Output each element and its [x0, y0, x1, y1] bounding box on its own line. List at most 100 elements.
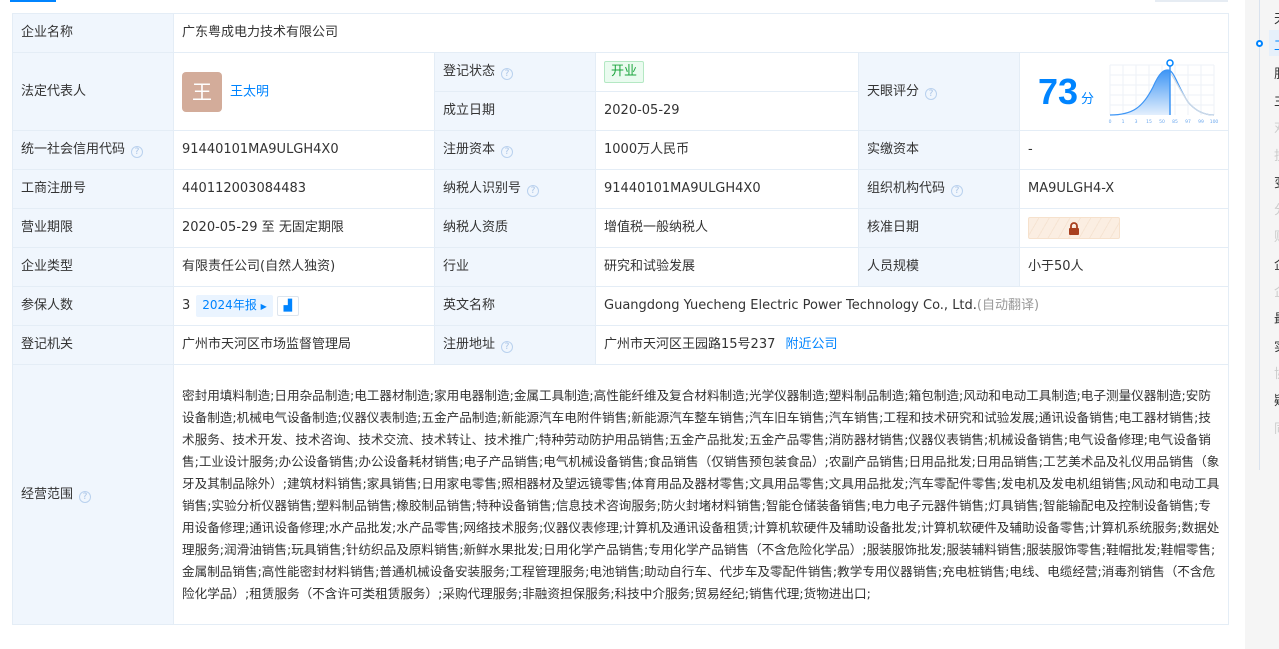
insured-value: 3: [182, 298, 191, 313]
org-code-label: 组织机构代码: [867, 181, 946, 196]
score-cell[interactable]: 73 分 0 1 3 15 50 85 97 99 100: [1018, 52, 1230, 131]
score-axis-tick: 97: [1185, 119, 1191, 125]
term-label: 营业期限: [12, 208, 174, 248]
reg-capital-label-cell: 注册资本?: [434, 130, 596, 170]
reg-status-cell: 开业: [595, 52, 859, 92]
scope-value: 密封用填料制造;日用杂品制造;电工器材制造;家用电器制造;金属工具制造;高性能纤…: [172, 364, 1230, 625]
taxpayer-qual-value: 增值税一般纳税人: [595, 208, 859, 248]
score-marker-icon: [1166, 58, 1174, 67]
org-code-value: MA9ULGH4-X: [1018, 169, 1230, 209]
staff-size-label: 人员规模: [858, 247, 1020, 287]
score-value: 73: [1038, 70, 1079, 112]
locked-value-button[interactable]: [1028, 217, 1120, 239]
score-area: [1110, 69, 1172, 115]
score-distribution-chart: 0 1 3 15 50 85 97 99 100: [1109, 58, 1219, 125]
auto-translate-note: (自动翻译): [976, 298, 1040, 313]
side-nav-item[interactable]: 协: [1274, 363, 1279, 382]
reg-capital-value: 1000万人民币: [595, 130, 859, 170]
side-nav-item[interactable]: 对: [1274, 117, 1279, 136]
nearby-companies-link[interactable]: 附近公司: [786, 337, 838, 352]
help-icon[interactable]: ?: [79, 490, 92, 503]
side-nav-item[interactable]: 工: [1274, 35, 1279, 54]
industry-value: 研究和试验发展: [595, 247, 859, 287]
taxpayer-id-label-cell: 纳税人识别号?: [434, 169, 596, 209]
found-date-label: 成立日期: [434, 91, 596, 131]
help-icon[interactable]: ?: [131, 146, 144, 158]
side-nav-item[interactable]: 投: [1274, 145, 1279, 164]
score-label: 天眼评分: [867, 83, 920, 99]
reg-address-cell: 广州市天河区王园路15号237 附近公司: [594, 325, 1230, 365]
insured-label: 参保人数: [12, 286, 174, 326]
staff-size-value: 小于50人: [1018, 247, 1230, 287]
help-icon[interactable]: ?: [951, 185, 964, 197]
taxpayer-qual-label: 纳税人资质: [434, 208, 596, 248]
org-code-label-cell: 组织机构代码?: [858, 169, 1020, 209]
top-button[interactable]: [1155, 0, 1228, 2]
side-nav-item[interactable]: 疑: [1274, 390, 1279, 409]
credit-code-value: 91440101MA9ULGH4X0: [173, 130, 435, 170]
avatar[interactable]: 王: [182, 71, 222, 112]
reg-authority-label: 登记机关: [12, 325, 174, 365]
side-nav-item[interactable]: 分: [1274, 199, 1279, 218]
side-nav-item[interactable]: 财: [1274, 226, 1279, 245]
approve-date-cell: [1018, 208, 1230, 248]
reg-status-label-cell: 登记状态?: [434, 52, 596, 92]
side-nav-item[interactable]: 同: [1274, 418, 1279, 437]
term-value: 2020-05-29 至 无固定期限: [173, 208, 435, 248]
score-axis-tick: 99: [1198, 119, 1204, 125]
score-axis-tick: 1: [1122, 119, 1125, 125]
status-badge: 开业: [604, 61, 645, 83]
industry-label: 行业: [434, 247, 596, 287]
active-tab-indicator: [10, 0, 56, 2]
side-nav-item[interactable]: 企: [1274, 281, 1279, 300]
biz-reg-no-value: 440112003084483: [173, 169, 435, 209]
help-icon[interactable]: ?: [527, 185, 540, 197]
english-name-label: 英文名称: [434, 286, 596, 326]
scope-label-cell: 经营范围?: [12, 364, 174, 625]
caret-right-icon: ▶: [260, 302, 267, 311]
score-axis-tick: 0: [1109, 119, 1112, 125]
help-icon[interactable]: ?: [501, 341, 514, 353]
company-name-value: 广东粤成电力技术有限公司: [172, 13, 1230, 53]
side-nav-item[interactable]: 股: [1274, 63, 1279, 82]
found-date-value: 2020-05-29: [595, 91, 859, 131]
credit-code-label: 统一社会信用代码: [21, 142, 126, 157]
side-nav-track: [1259, 0, 1260, 470]
legal-rep-link[interactable]: 王太明: [230, 84, 269, 99]
reg-address-label: 注册地址: [443, 337, 496, 352]
paid-capital-value: -: [1018, 130, 1230, 170]
side-nav-item[interactable]: 实: [1274, 336, 1279, 355]
company-name-label: 企业名称: [12, 13, 174, 53]
score-axis-tick: 85: [1172, 119, 1178, 125]
reg-status-label: 登记状态: [443, 64, 496, 79]
scope-label: 经营范围: [21, 486, 74, 502]
reg-authority-value: 广州市天河区市场监督管理局: [173, 325, 435, 365]
reg-address-label-cell: 注册地址?: [434, 325, 596, 365]
help-icon[interactable]: ?: [925, 87, 938, 100]
side-nav-item[interactable]: 主: [1274, 90, 1279, 109]
legal-rep-label: 法定代表人: [12, 52, 174, 131]
side-nav-item[interactable]: 企: [1274, 254, 1279, 273]
taxpayer-id-label: 纳税人识别号: [443, 181, 522, 196]
trend-chart-icon[interactable]: ▟: [276, 295, 299, 316]
business-info-table: 企业名称 广东粤成电力技术有限公司 法定代表人 王王太明 登记状态? 开业 天眼…: [12, 13, 1230, 625]
biz-reg-no-label: 工商注册号: [12, 169, 174, 209]
legal-rep-cell: 王王太明: [173, 52, 435, 131]
score-axis-tick: 100: [1210, 119, 1218, 125]
side-nav-item[interactable]: 天: [1274, 8, 1279, 27]
help-icon[interactable]: ?: [501, 146, 514, 158]
english-name-value: Guangdong Yuecheng Electric Power Techno…: [604, 298, 977, 313]
annual-report-link[interactable]: 2024年报 ▶: [196, 295, 273, 317]
credit-code-label-cell: 统一社会信用代码?: [12, 130, 174, 170]
help-icon[interactable]: ?: [501, 68, 514, 80]
score-axis-tick: 50: [1159, 119, 1165, 125]
side-nav-item[interactable]: 变: [1274, 172, 1279, 191]
side-nav-item[interactable]: 最: [1274, 308, 1279, 327]
score-axis-tick: 15: [1146, 119, 1152, 125]
lock-icon: [1069, 222, 1079, 235]
english-name-cell: Guangdong Yuecheng Electric Power Techno…: [594, 286, 1230, 326]
side-nav-active-dot-icon: [1256, 40, 1263, 47]
reg-capital-label: 注册资本: [443, 142, 496, 157]
company-type-label: 企业类型: [12, 247, 174, 287]
paid-capital-label: 实缴资本: [858, 130, 1020, 170]
